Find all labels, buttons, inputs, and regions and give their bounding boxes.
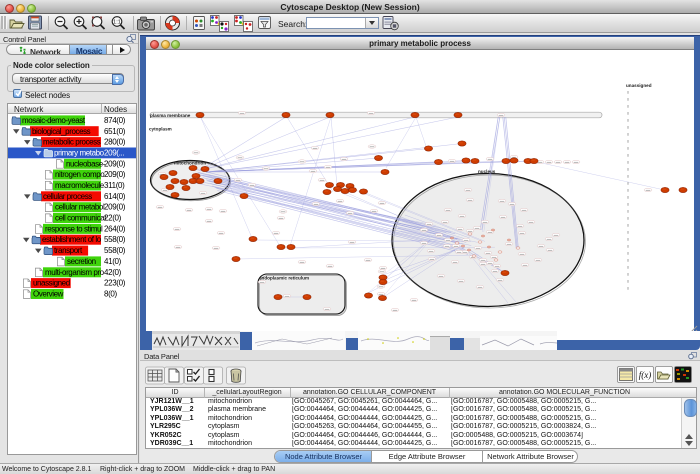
svg-text:macromolecule: macromolecule	[55, 181, 105, 190]
svg-text:mosaic-demo-yeast: mosaic-demo-yeast	[22, 115, 86, 124]
svg-text:22(0): 22(0)	[104, 213, 122, 222]
svg-text:biological_process: biological_process	[32, 126, 91, 135]
svg-text:cell communicat: cell communicat	[55, 213, 107, 222]
svg-text:209(0): 209(0)	[104, 159, 126, 168]
svg-text:311(0): 311(0)	[104, 181, 125, 190]
svg-text:endoplasmic reticulum: endoplasmic reticulum	[259, 276, 309, 281]
svg-text:establishment of lo: establishment of lo	[42, 235, 102, 244]
svg-text:42(0): 42(0)	[104, 267, 122, 276]
svg-text:multi-organism pro: multi-organism pro	[45, 267, 105, 276]
svg-text:558(0): 558(0)	[104, 235, 126, 244]
svg-text:response to stimul: response to stimul	[45, 224, 103, 233]
svg-text:cellular metabol: cellular metabol	[55, 202, 105, 211]
svg-text:transport: transport	[54, 246, 83, 255]
svg-text:mitochondrion: mitochondrion	[174, 161, 206, 166]
svg-text:nitrogen compo: nitrogen compo	[55, 170, 105, 179]
svg-text:874(0): 874(0)	[104, 115, 126, 124]
svg-text:8(0): 8(0)	[104, 289, 118, 298]
svg-text:secretion: secretion	[67, 256, 96, 265]
svg-text:280(0): 280(0)	[104, 137, 126, 146]
svg-text:264(0): 264(0)	[104, 224, 126, 233]
svg-text:223(0): 223(0)	[104, 278, 126, 287]
svg-text:primary metabo: primary metabo	[54, 148, 105, 157]
svg-text:cellular process: cellular process	[43, 191, 92, 200]
svg-text:41(0): 41(0)	[104, 256, 122, 265]
svg-text:558(0): 558(0)	[104, 246, 126, 255]
svg-text:209(0): 209(0)	[104, 170, 126, 179]
svg-text:nucleus: nucleus	[478, 169, 496, 174]
svg-text:metabolic process: metabolic process	[43, 137, 101, 146]
svg-text:Overview: Overview	[33, 289, 64, 298]
svg-text:cytoplasm: cytoplasm	[149, 127, 172, 132]
svg-text:651(0): 651(0)	[104, 126, 126, 135]
svg-text:unassigned: unassigned	[33, 278, 70, 287]
svg-text:unassigned: unassigned	[626, 83, 652, 88]
svg-text:f(x): f(x)	[639, 370, 652, 380]
svg-text:nucleobase-: nucleobase-	[66, 159, 106, 168]
svg-text:209(...: 209(...	[104, 148, 124, 157]
svg-text:plasma membrane: plasma membrane	[150, 113, 191, 118]
svg-text:1:1: 1:1	[113, 20, 121, 26]
svg-text:209(0): 209(0)	[104, 202, 126, 211]
svg-text:614(0): 614(0)	[104, 191, 126, 200]
